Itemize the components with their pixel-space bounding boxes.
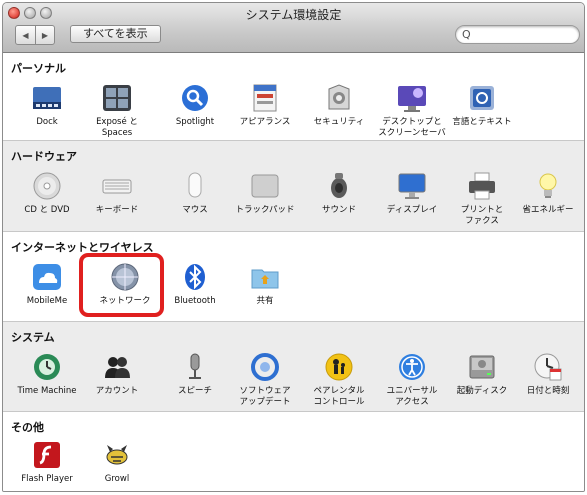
pref-label: Spotlight [175, 117, 215, 127]
pref-label: Time Machine [17, 386, 77, 396]
pref-label: 日付と時刻 [526, 386, 570, 396]
sharing-icon [250, 262, 280, 292]
pref-label: Growl [104, 474, 130, 484]
startup-disk-icon [467, 352, 497, 382]
pref-parental-controls[interactable]: ペアレンタル コントロール [300, 352, 378, 408]
section-system: システム Time Machine アカウント スピーチ ソフトウェア アップデ… [3, 321, 584, 411]
pref-software-update[interactable]: ソフトウェア アップデート [226, 352, 304, 408]
security-icon [324, 83, 354, 113]
pref-flash-player[interactable]: Flash Player [8, 440, 86, 485]
keyboard-icon [102, 171, 132, 201]
trackpad-icon [250, 171, 280, 201]
speech-icon [180, 352, 210, 382]
pref-label: キーボード [95, 205, 139, 215]
pref-security[interactable]: セキュリティ [300, 83, 378, 128]
pref-keyboard[interactable]: キーボード [78, 171, 156, 216]
navigation-buttons: ◀ ▶ [15, 25, 55, 45]
spotlight-icon [180, 83, 210, 113]
section-title-hardware: ハードウェア [11, 150, 77, 163]
bluetooth-icon [180, 262, 210, 292]
pref-dock[interactable]: Dock [8, 83, 86, 128]
pref-label: Bluetooth [174, 296, 216, 306]
title-toolbar: システム環境設定 ◀ ▶ すべてを表示 Q [3, 3, 584, 53]
sound-icon [324, 171, 354, 201]
software-update-icon [250, 352, 280, 382]
expose-icon [102, 83, 132, 113]
flash-player-icon [32, 440, 62, 470]
section-title-system: システム [11, 331, 55, 344]
pref-trackpad[interactable]: トラックパッド [226, 171, 304, 216]
pref-label: 省エネルギー [522, 205, 574, 215]
pref-bluetooth[interactable]: Bluetooth [156, 262, 234, 307]
pref-label: ソフトウェア アップデート [239, 386, 291, 407]
display-icon [397, 171, 427, 201]
pref-label: ユニバーサル アクセス [386, 386, 438, 407]
pref-label: アピアランス [239, 117, 291, 127]
time-machine-icon [32, 352, 62, 382]
search-icon: Q [462, 28, 471, 41]
section-other: その他 Flash Player Growl [3, 411, 584, 491]
date-time-icon [533, 352, 563, 382]
pref-desktop-screensaver[interactable]: デスクトップと スクリーンセーバ [373, 83, 451, 139]
pref-label: Dock [36, 117, 58, 127]
pref-speech[interactable]: スピーチ [156, 352, 234, 397]
mobileme-icon [32, 262, 62, 292]
mouse-icon [180, 171, 210, 201]
pref-time-machine[interactable]: Time Machine [8, 352, 86, 397]
pref-date-time[interactable]: 日付と時刻 [509, 352, 584, 397]
pref-appearance[interactable]: アピアランス [226, 83, 304, 128]
pref-label: CD と DVD [24, 205, 70, 215]
show-all-button[interactable]: すべてを表示 [70, 25, 161, 43]
pref-universal-access[interactable]: ユニバーサル アクセス [373, 352, 451, 408]
pref-label: マウス [182, 205, 208, 215]
pref-spotlight[interactable]: Spotlight [156, 83, 234, 128]
pref-growl[interactable]: Growl [78, 440, 156, 485]
pref-label: ペアレンタル コントロール [313, 386, 365, 407]
back-button[interactable]: ◀ [16, 26, 35, 44]
pref-display[interactable]: ディスプレイ [373, 171, 451, 216]
pref-label: トラックパッド [235, 205, 295, 215]
system-preferences-window: システム環境設定 ◀ ▶ すべてを表示 Q パーソナル Dock Exposé … [2, 2, 585, 492]
section-hardware: ハードウェア CD と DVD キーボード マウス トラックパッド サウンド デ… [3, 140, 584, 231]
window-title: システム環境設定 [245, 8, 342, 22]
pref-label: Flash Player [21, 474, 73, 484]
pref-label: MobileMe [26, 296, 68, 306]
pref-sharing[interactable]: 共有 [226, 262, 304, 307]
pref-label: スピーチ [177, 386, 212, 396]
network-highlight-box [79, 253, 164, 317]
pref-label: Exposé と Spaces [96, 117, 138, 138]
pref-label: デスクトップと スクリーンセーバ [378, 117, 446, 138]
search-field[interactable]: Q [455, 25, 580, 44]
parental-controls-icon [324, 352, 354, 382]
accounts-icon [102, 352, 132, 382]
cd-dvd-icon [32, 171, 62, 201]
pref-mobileme[interactable]: MobileMe [8, 262, 86, 307]
forward-button[interactable]: ▶ [35, 26, 54, 44]
pref-language-text[interactable]: 言語とテキスト [443, 83, 521, 128]
desktop-icon [397, 83, 427, 113]
dock-icon [32, 83, 62, 113]
pref-label: 言語とテキスト [452, 117, 512, 127]
growl-icon [102, 440, 132, 470]
print-icon [467, 171, 497, 201]
pref-expose-spaces[interactable]: Exposé と Spaces [78, 83, 156, 139]
pref-label: ディスプレイ [386, 205, 438, 215]
pref-label: 共有 [256, 296, 274, 306]
section-title-personal: パーソナル [11, 62, 66, 75]
section-title-other: その他 [11, 421, 44, 434]
pref-cd-dvd[interactable]: CD と DVD [8, 171, 86, 216]
pref-label: サウンド [321, 205, 356, 215]
section-personal: パーソナル Dock Exposé と Spaces Spotlight アピア… [3, 53, 584, 140]
pref-energy-saver[interactable]: 省エネルギー [509, 171, 584, 216]
pref-sound[interactable]: サウンド [300, 171, 378, 216]
universal-access-icon [397, 352, 427, 382]
pref-label: アカウント [95, 386, 139, 396]
energy-icon [533, 171, 563, 201]
language-icon [467, 83, 497, 113]
pref-mouse[interactable]: マウス [156, 171, 234, 216]
appearance-icon [250, 83, 280, 113]
pref-accounts[interactable]: アカウント [78, 352, 156, 397]
pref-label: セキュリティ [313, 117, 365, 127]
